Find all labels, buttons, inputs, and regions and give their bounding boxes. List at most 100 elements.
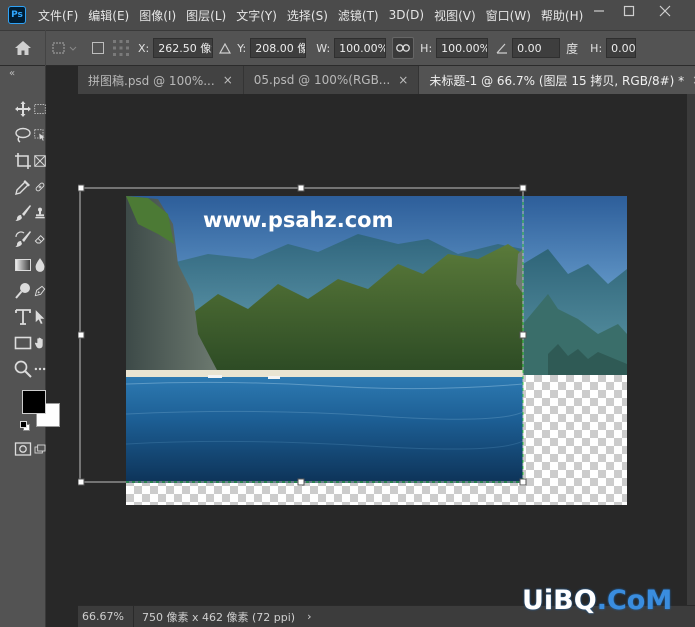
reference-point-toggle[interactable] <box>46 40 84 56</box>
transform-handle-tr[interactable] <box>519 184 527 192</box>
angle-field[interactable]: 0.00 <box>512 38 561 58</box>
crop-tool[interactable] <box>12 150 34 172</box>
menu-layer[interactable]: 图层(L) <box>186 7 226 24</box>
tab-document-2[interactable]: 05.psd @ 100%(RGB... × <box>243 66 420 94</box>
menu-filter[interactable]: 滤镜(T) <box>338 7 379 24</box>
stamp-icon <box>35 207 45 219</box>
canvas-workspace[interactable]: www.psahz.com <box>78 94 687 605</box>
relative-position-button[interactable] <box>213 42 237 54</box>
history-brush-tool[interactable] <box>12 228 34 250</box>
tab-document-1[interactable]: 拼图稿.psd @ 100%... × <box>78 66 244 94</box>
document-canvas[interactable]: www.psahz.com <box>78 94 687 605</box>
path-select-tool[interactable] <box>34 306 46 328</box>
history-brush-icon <box>15 231 31 247</box>
quick-mask-icon <box>14 442 32 456</box>
path-select-icon <box>35 310 45 324</box>
y-field[interactable]: 208.00 像素 <box>250 38 307 58</box>
zoom-tool[interactable] <box>12 358 34 380</box>
zoom-level[interactable]: 66.67% <box>78 605 134 627</box>
object-select-icon <box>34 129 45 141</box>
type-tool[interactable] <box>12 306 34 328</box>
collapse-panel-icon[interactable]: « <box>9 68 15 79</box>
home-button[interactable] <box>0 30 46 66</box>
menu-file[interactable]: 文件(F) <box>38 7 78 24</box>
rectangle-icon <box>14 336 32 350</box>
crop-icon <box>15 153 31 169</box>
hand-tool[interactable] <box>34 332 46 354</box>
hand-icon <box>34 337 43 349</box>
landscape-image-layer <box>126 196 523 483</box>
menu-view[interactable]: 视图(V) <box>434 7 476 24</box>
angle-unit: 度 <box>566 41 579 56</box>
object-select-tool[interactable] <box>34 124 46 146</box>
gradient-tool[interactable] <box>12 254 34 276</box>
transform-handle-left[interactable] <box>78 331 85 339</box>
close-tab-icon[interactable]: × <box>223 73 233 87</box>
type-icon <box>15 309 31 325</box>
move-tool[interactable] <box>12 98 34 120</box>
transform-handle-bl[interactable] <box>78 478 85 486</box>
rectangle-tool[interactable] <box>12 332 34 354</box>
site-watermark-part2: .CoM <box>596 585 673 616</box>
x-field[interactable]: 262.50 像素 <box>153 38 214 58</box>
menu-edit[interactable]: 编辑(E) <box>88 7 129 24</box>
screen-mode-icon <box>34 444 46 454</box>
eraser-tool[interactable] <box>34 228 46 250</box>
h-skew-field[interactable]: 0.00 <box>606 38 637 58</box>
tab-label: 未标题-1 @ 66.7% (图层 15 拷贝, RGB/8#) * <box>429 73 685 88</box>
menu-image[interactable]: 图像(I) <box>139 7 176 24</box>
pen-tool[interactable] <box>34 280 46 302</box>
menu-window[interactable]: 窗口(W) <box>486 7 531 24</box>
vertical-scrollbar[interactable] <box>687 94 695 605</box>
status-menu-arrow[interactable]: › <box>307 610 311 623</box>
reference-grid[interactable] <box>108 39 134 57</box>
transform-handle-br[interactable] <box>519 478 527 486</box>
menu-3d[interactable]: 3D(D) <box>389 8 424 22</box>
stamp-tool[interactable] <box>34 202 46 224</box>
more-tools-button[interactable] <box>34 358 46 380</box>
minimize-button[interactable] <box>584 0 614 22</box>
dodge-tool[interactable] <box>12 280 34 302</box>
w-field[interactable]: 100.00% <box>334 38 387 58</box>
menu-select[interactable]: 选择(S) <box>287 7 328 24</box>
lasso-tool[interactable] <box>12 124 34 146</box>
default-colors-icon[interactable] <box>20 420 30 434</box>
checkbox-icon <box>92 42 104 54</box>
eyedropper-tool[interactable] <box>12 176 34 198</box>
screen-mode-button[interactable] <box>34 438 46 460</box>
link-icon <box>396 44 411 52</box>
close-tab-icon[interactable]: × <box>398 73 408 87</box>
foreground-color-swatch[interactable] <box>22 390 46 414</box>
lasso-icon <box>15 127 31 143</box>
eyedropper-icon <box>15 180 30 195</box>
tab-label: 拼图稿.psd @ 100%... <box>88 73 215 88</box>
healing-tool[interactable] <box>34 176 46 198</box>
reference-point-checkbox[interactable] <box>88 41 108 55</box>
menu-help[interactable]: 帮助(H) <box>541 7 583 24</box>
menu-type[interactable]: 文字(Y) <box>236 7 277 24</box>
gradient-icon <box>15 259 31 271</box>
tab-label: 05.psd @ 100%(RGB... <box>253 73 391 87</box>
link-proportions-button[interactable] <box>392 37 415 59</box>
site-watermark: UiBQ.CoM <box>522 585 672 616</box>
menu-bar: Ps 文件(F) 编辑(E) 图像(I) 图层(L) 文字(Y) 选择(S) 滤… <box>0 0 695 30</box>
maximize-button[interactable] <box>614 0 644 22</box>
document-info: 750 像素 x 462 像素 (72 ppi) <box>142 610 296 624</box>
close-window-button[interactable] <box>650 0 680 22</box>
transform-handle-bottom[interactable] <box>297 478 305 486</box>
transform-handle-tl[interactable] <box>78 184 85 192</box>
h-field[interactable]: 100.00% <box>436 38 489 58</box>
transform-handle-right[interactable] <box>519 331 527 339</box>
frame-tool[interactable] <box>34 150 46 172</box>
transform-handle-top[interactable] <box>297 184 305 192</box>
home-icon <box>14 41 31 55</box>
h-label: H: <box>420 41 433 55</box>
brush-tool[interactable] <box>12 202 34 224</box>
y-label: Y: <box>237 41 247 55</box>
tab-document-3-active[interactable]: 未标题-1 @ 66.7% (图层 15 拷贝, RGB/8#) * × <box>419 66 695 94</box>
options-bar: X: 262.50 像素 Y: 208.00 像素 W: 100.00% H: … <box>0 30 695 66</box>
marquee-tool[interactable] <box>34 98 46 120</box>
move-icon <box>15 101 31 117</box>
quick-mask-button[interactable] <box>12 438 34 460</box>
blur-tool[interactable] <box>34 254 46 276</box>
